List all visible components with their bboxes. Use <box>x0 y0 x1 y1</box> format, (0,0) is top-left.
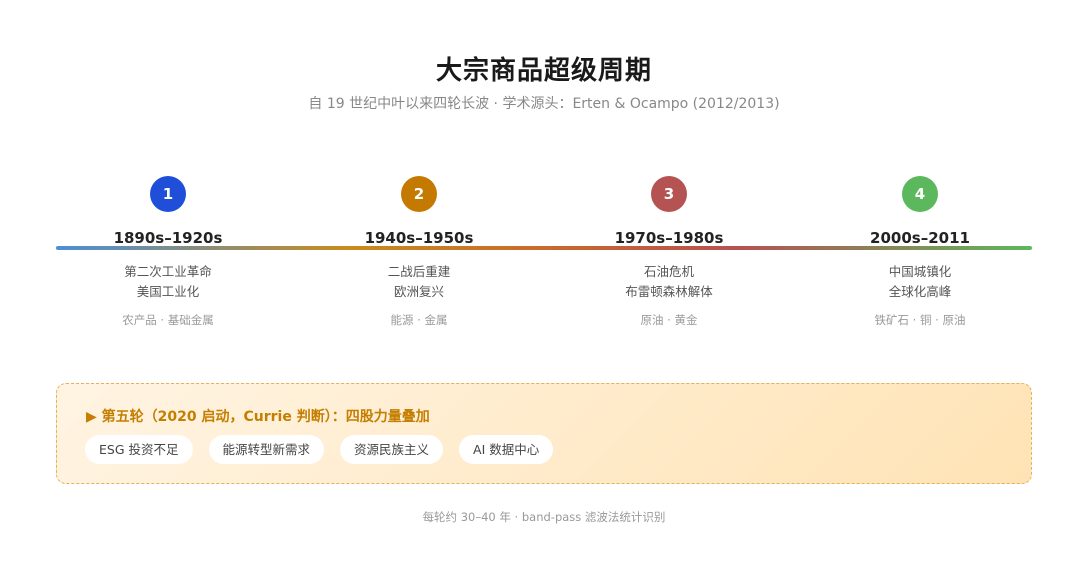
era-3: 3 1970s–1980s 石油危机 布雷顿森林解体 原油 · 黄金 <box>549 176 789 328</box>
era-1-number-badge: 1 <box>150 176 186 212</box>
fifth-wave-callout: ▶ 第五轮（2020 启动，Currie 判断）：四股力量叠加 ESG 投资不足… <box>56 383 1032 484</box>
era-4: 4 2000s–2011 中国城镇化 全球化高峰 铁矿石 · 铜 · 原油 <box>800 176 1040 328</box>
era-4-assets: 铁矿石 · 铜 · 原油 <box>874 313 966 327</box>
era-3-number-badge: 3 <box>651 176 687 212</box>
force-chip: ESG 投资不足 <box>85 435 193 464</box>
fifth-wave-forces: ESG 投资不足 能源转型新需求 资源民族主义 AI 数据中心 <box>85 435 554 464</box>
era-4-drivers: 中国城镇化 全球化高峰 <box>800 262 1040 302</box>
era-4-number-badge: 4 <box>902 176 938 212</box>
footer-note: 每轮约 30–40 年 · band-pass 滤波法统计识别 <box>422 510 666 524</box>
page-title: 大宗商品超级周期 <box>435 56 652 86</box>
era-2-driver: 二战后重建 <box>387 264 451 279</box>
era-1-driver: 美国工业化 <box>136 284 200 299</box>
era-2-number-badge: 2 <box>401 176 437 212</box>
era-2-assets: 能源 · 金属 <box>390 313 448 327</box>
era-1-assets: 农产品 · 基础金属 <box>122 313 214 327</box>
era-1: 1 1890s–1920s 第二次工业革命 美国工业化 农产品 · 基础金属 <box>48 176 288 328</box>
era-1-period: 1890s–1920s <box>113 229 223 247</box>
era-1-driver: 第二次工业革命 <box>124 264 212 279</box>
fifth-wave-heading: ▶ 第五轮（2020 启动，Currie 判断）：四股力量叠加 <box>86 409 430 425</box>
era-3-driver: 布雷顿森林解体 <box>625 284 713 299</box>
force-chip: AI 数据中心 <box>459 435 554 464</box>
era-2: 2 1940s–1950s 二战后重建 欧洲复兴 能源 · 金属 <box>299 176 539 328</box>
force-chip: 能源转型新需求 <box>208 435 325 464</box>
era-4-period: 2000s–2011 <box>870 229 970 247</box>
era-3-driver: 石油危机 <box>643 264 694 279</box>
era-4-driver: 中国城镇化 <box>888 264 952 279</box>
force-chip: 资源民族主义 <box>340 435 444 464</box>
era-3-period: 1970s–1980s <box>614 229 724 247</box>
era-1-drivers: 第二次工业革命 美国工业化 <box>48 262 288 302</box>
era-3-drivers: 石油危机 布雷顿森林解体 <box>549 262 789 302</box>
page-subtitle: 自 19 世纪中叶以来四轮长波 · 学术源头：Erten & Ocampo (2… <box>308 96 780 112</box>
era-4-driver: 全球化高峰 <box>888 284 952 299</box>
era-2-drivers: 二战后重建 欧洲复兴 <box>299 262 539 302</box>
era-3-assets: 原油 · 黄金 <box>640 313 698 327</box>
era-2-period: 1940s–1950s <box>364 229 474 247</box>
era-2-driver: 欧洲复兴 <box>393 284 444 299</box>
